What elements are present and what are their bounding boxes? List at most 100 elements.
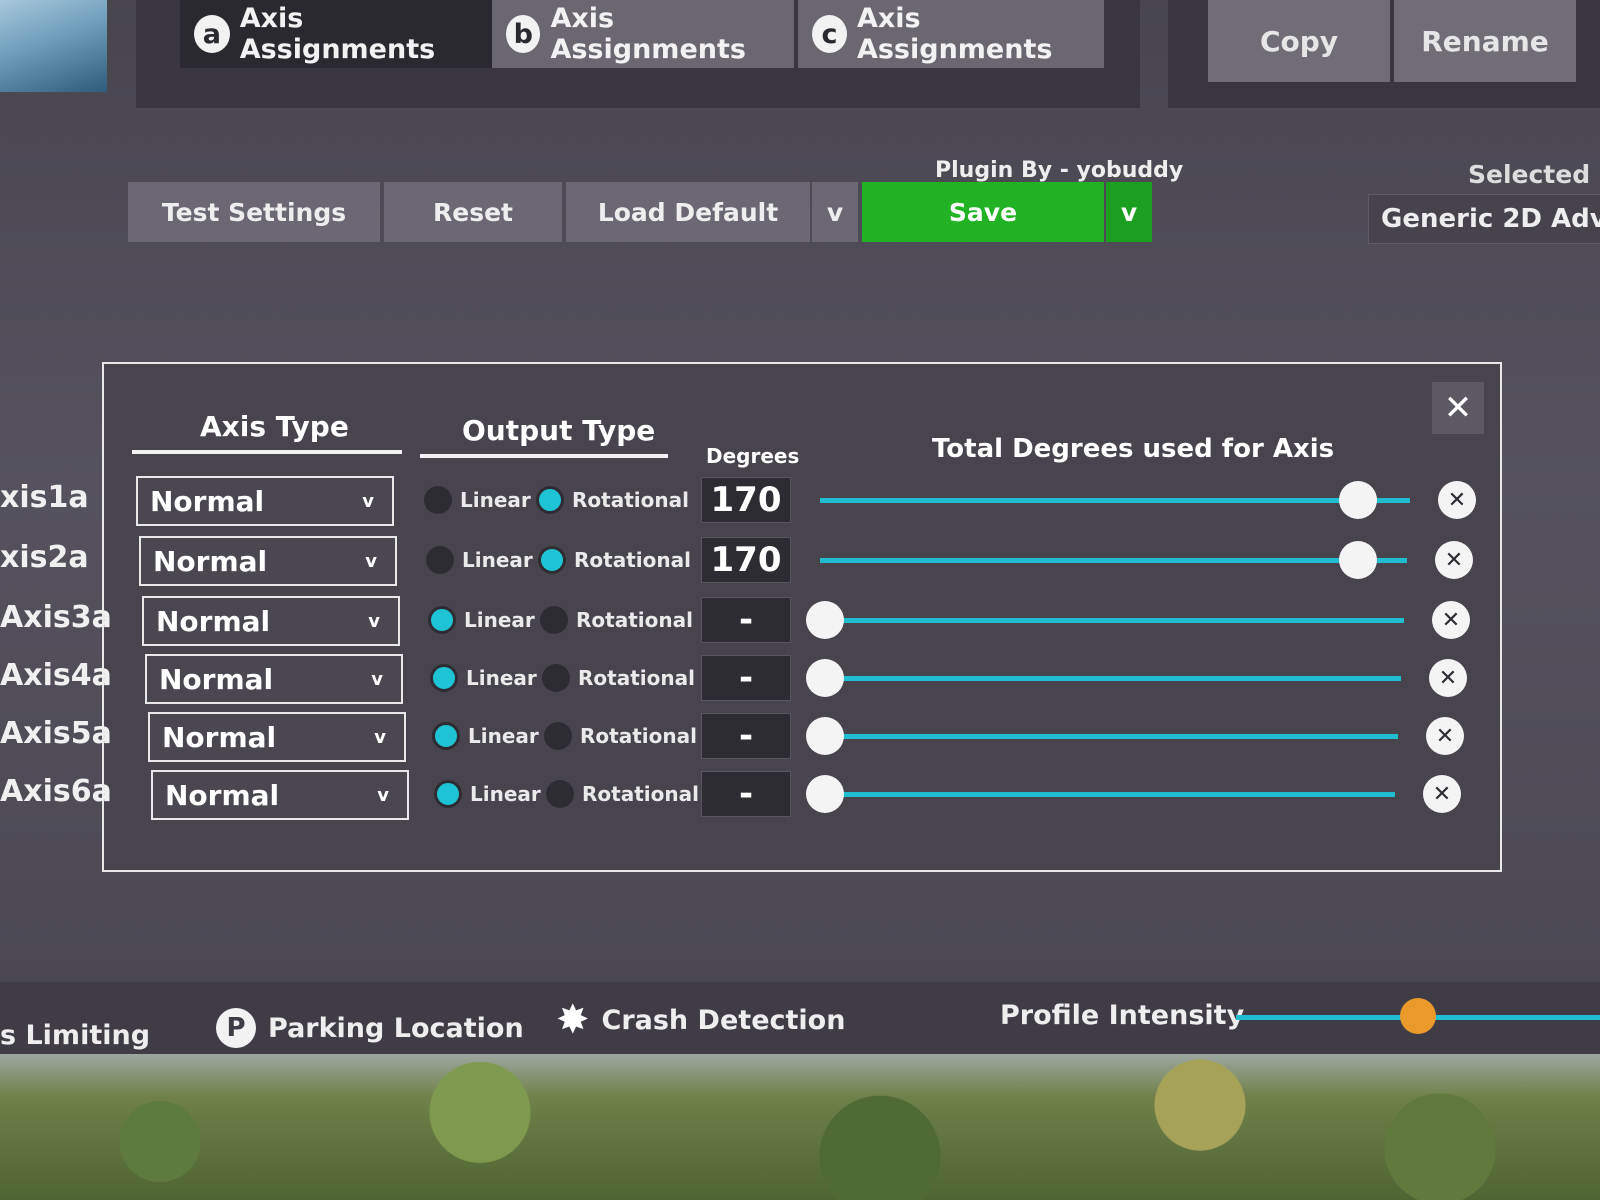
profile-intensity-slider-knob[interactable] (1399, 998, 1436, 1034)
remove-axis-icon[interactable]: ✕ (1432, 601, 1470, 639)
axis-type-value: Normal (162, 720, 277, 754)
tab-label: Axis Assignments (550, 3, 746, 65)
degrees-slider-track[interactable] (820, 618, 1404, 623)
degrees-header: Degrees (706, 444, 800, 468)
chevron-down-icon: v (371, 668, 383, 690)
linear-radio-label: Linear (470, 782, 541, 806)
degrees-slider-knob[interactable] (806, 775, 844, 813)
rotational-radio[interactable] (538, 546, 566, 574)
selected-profile-label: Selected Pl (1468, 160, 1600, 189)
axis-type-dropdown[interactable]: Normal v (142, 596, 400, 646)
linear-radio[interactable] (434, 780, 462, 808)
rotational-radio-label: Rotational (574, 548, 691, 572)
axis-type-value: Normal (150, 484, 265, 518)
chevron-down-icon: v (362, 490, 374, 512)
axis-type-dropdown[interactable]: Normal v (136, 476, 394, 526)
remove-axis-icon[interactable]: ✕ (1426, 717, 1464, 755)
rotational-radio[interactable] (544, 722, 572, 750)
degrees-slider-track[interactable] (820, 498, 1410, 503)
crash-detection-option[interactable]: ✸ Crash Detection (556, 1000, 845, 1040)
linear-radio[interactable] (432, 722, 460, 750)
degrees-field[interactable]: 170 (701, 477, 791, 523)
degrees-slider-knob[interactable] (1338, 541, 1377, 579)
chevron-down-icon: v (374, 726, 386, 748)
degrees-slider-knob[interactable] (806, 717, 844, 755)
degrees-field[interactable]: - (701, 713, 791, 759)
output-type-underline (420, 454, 668, 458)
output-type-header: Output Type (462, 414, 656, 447)
chevron-down-icon: v (368, 610, 380, 632)
tab-axis-assignments-a[interactable]: a Axis Assignments (180, 0, 492, 68)
close-icon[interactable]: ✕ (1432, 382, 1484, 434)
tab-letter-a-icon: a (194, 15, 230, 53)
degrees-field[interactable]: - (701, 771, 791, 817)
limiting-label: s Limiting (0, 1020, 151, 1051)
parking-icon: P (216, 1008, 256, 1048)
linear-radio-label: Linear (464, 608, 535, 632)
load-default-dropdown-button[interactable]: v (812, 182, 858, 242)
rotational-radio-label: Rotational (572, 488, 689, 512)
selected-profile-dropdown[interactable]: Generic 2D Adva (1368, 194, 1600, 244)
linear-radio-label: Linear (460, 488, 531, 512)
rotational-radio[interactable] (542, 664, 570, 692)
profile-intensity-label: Profile Intensity (1000, 1000, 1245, 1031)
linear-radio[interactable] (428, 606, 456, 634)
reset-button[interactable]: Reset (384, 182, 562, 242)
degrees-slider-knob[interactable] (806, 601, 844, 639)
linear-radio[interactable] (426, 546, 454, 574)
tab-label: Axis Assignments (239, 3, 436, 65)
axis-row-label: xis2a (0, 540, 89, 575)
remove-axis-icon[interactable]: ✕ (1435, 541, 1473, 579)
tab-label: Axis Assignments (856, 3, 1053, 65)
remove-axis-icon[interactable]: ✕ (1429, 659, 1467, 697)
linear-radio[interactable] (430, 664, 458, 692)
load-default-button[interactable]: Load Default (566, 182, 810, 242)
remove-axis-icon[interactable]: ✕ (1438, 481, 1476, 519)
degrees-slider-knob[interactable] (806, 659, 844, 697)
save-button[interactable]: Save (862, 182, 1104, 242)
degrees-field[interactable]: - (701, 655, 791, 701)
degrees-slider-knob[interactable] (1338, 481, 1377, 519)
rotational-radio[interactable] (536, 486, 564, 514)
rotational-radio-label: Rotational (576, 608, 693, 632)
rotational-radio[interactable] (540, 606, 568, 634)
axis-type-dropdown[interactable]: Normal v (145, 654, 403, 704)
remove-axis-icon[interactable]: ✕ (1423, 775, 1461, 813)
save-dropdown-button[interactable]: v (1106, 182, 1152, 242)
copy-button[interactable]: Copy (1208, 0, 1390, 82)
axis-tab-bar: a Axis Assignments b Axis Assignments c … (136, 0, 1140, 108)
degrees-slider-track[interactable] (820, 558, 1407, 563)
linear-radio-label: Linear (462, 548, 533, 572)
rotational-radio[interactable] (546, 780, 574, 808)
tab-letter-b-icon: b (506, 15, 541, 53)
axis-type-value: Normal (153, 544, 268, 578)
axis-type-value: Normal (165, 778, 280, 812)
axis-row-label: xis1a (0, 480, 89, 515)
axis-type-dropdown[interactable]: Normal v (148, 712, 406, 762)
degrees-slider-track[interactable] (820, 676, 1401, 681)
parking-location-option[interactable]: P Parking Location (216, 1008, 524, 1048)
axis-type-value: Normal (156, 604, 271, 638)
degrees-field[interactable]: - (701, 597, 791, 643)
test-settings-button[interactable]: Test Settings (128, 182, 380, 242)
axis-row-label: Axis5a (0, 716, 112, 751)
rename-button[interactable]: Rename (1394, 0, 1576, 82)
plugin-credit: Plugin By - yobuddy (935, 158, 1184, 183)
chevron-down-icon: v (377, 784, 389, 806)
crash-burst-icon: ✸ (556, 997, 590, 1043)
axis-type-dropdown[interactable]: Normal v (139, 536, 397, 586)
background-thumbnail (0, 0, 107, 92)
background-landscape-image (0, 1054, 1600, 1200)
axis-row-label: Axis3a (0, 600, 112, 635)
axis-type-header: Axis Type (200, 410, 349, 443)
degrees-slider-track[interactable] (820, 792, 1395, 797)
tab-axis-assignments-c[interactable]: c Axis Assignments (798, 0, 1104, 68)
degrees-field[interactable]: 170 (701, 537, 791, 583)
axis-type-dropdown[interactable]: Normal v (151, 770, 409, 820)
degrees-slider-track[interactable] (820, 734, 1398, 739)
linear-radio[interactable] (424, 486, 452, 514)
profile-actions-bar: Copy Rename (1168, 0, 1600, 108)
axis-row-label: Axis6a (0, 774, 112, 809)
limiting-option[interactable]: s Limiting (0, 1020, 150, 1051)
tab-axis-assignments-b[interactable]: b Axis Assignments (492, 0, 794, 68)
